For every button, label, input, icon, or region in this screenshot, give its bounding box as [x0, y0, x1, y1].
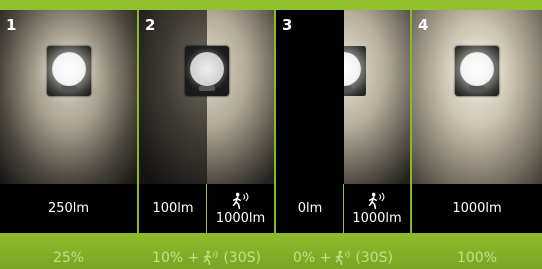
lumen-label-motion: 1000lm — [344, 184, 410, 233]
mode-caption-1: 25% — [0, 247, 137, 269]
mode-timer: (30S) — [355, 250, 393, 266]
wall-illumination — [0, 10, 137, 184]
wall-illumination-bright — [207, 10, 274, 184]
mode-panel-3: 3 0lm 1000lm — [276, 10, 410, 233]
lumen-label: 250lm — [47, 201, 90, 216]
wall-dark — [276, 10, 344, 184]
wall-illumination — [412, 10, 542, 184]
wall-illumination-dim — [139, 10, 207, 184]
motion-sensor-icon — [232, 191, 248, 209]
lumen-label-motion: 1000lm — [207, 184, 274, 233]
lumen-label-base: 100lm — [152, 201, 194, 216]
wall-lamp-icon — [185, 46, 229, 96]
mode-panel-2: 2 100lm 1000lm — [139, 10, 274, 233]
wall-lamp-icon — [47, 46, 91, 96]
panel-number: 4 — [418, 16, 429, 34]
mode-panel-1: 1 250lm — [0, 10, 137, 233]
label-area: 100lm 1000lm — [139, 184, 274, 233]
motion-sensor-icon — [368, 191, 385, 209]
mode-caption-3: 0% + (30S) — [276, 247, 410, 269]
mode-percent: 25% — [52, 250, 85, 266]
mode-caption-2: 10% + (30S) — [139, 247, 274, 269]
panel-number: 1 — [6, 16, 17, 34]
lumen-label: 1000lm — [452, 201, 502, 216]
wall-illumination-bright — [344, 10, 410, 184]
top-strip — [0, 0, 542, 10]
panel-number: 3 — [282, 16, 293, 34]
panel-number: 2 — [145, 16, 156, 34]
label-area: 250lm — [0, 184, 137, 233]
mode-percent: 0% + — [292, 250, 332, 266]
motion-sensor-icon — [204, 250, 218, 266]
mode-percent: 100% — [456, 250, 498, 266]
wall-lamp-icon — [455, 46, 499, 96]
mode-caption-4: 100% — [412, 247, 542, 269]
label-area: 0lm 1000lm — [276, 184, 410, 233]
lumen-label-base: 0lm — [297, 201, 323, 216]
mode-panel-4: 4 1000lm — [412, 10, 542, 233]
lumen-value: 1000lm — [352, 210, 402, 226]
lumen-value: 1000lm — [215, 210, 266, 226]
label-area: 1000lm — [412, 184, 542, 233]
mode-timer: (30S) — [223, 250, 261, 266]
mode-percent: 10% + — [152, 250, 200, 266]
motion-sensor-icon — [336, 250, 350, 266]
